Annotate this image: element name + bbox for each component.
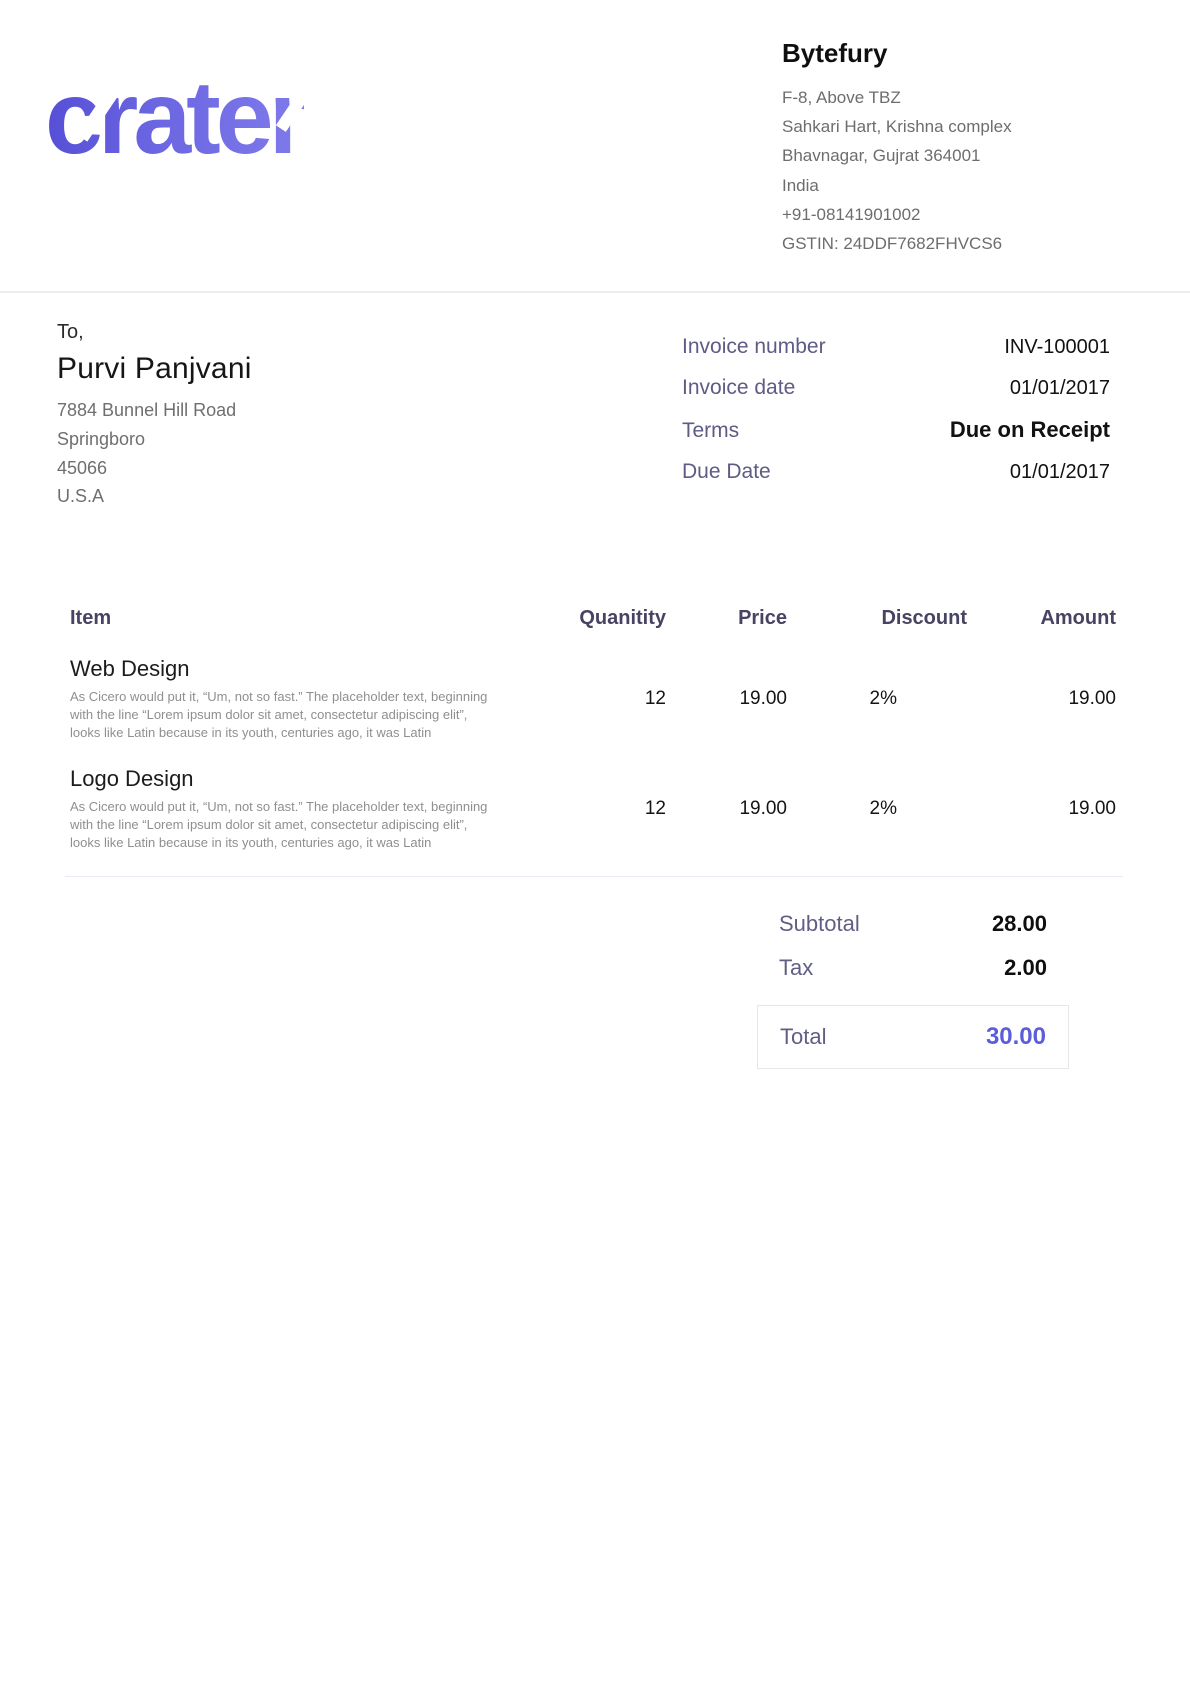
tax-value: 2.00 xyxy=(1004,955,1047,981)
subtotal-row: Subtotal 28.00 xyxy=(757,911,1069,937)
totals-block: Subtotal 28.00 Tax 2.00 Total 30.00 xyxy=(757,911,1069,1069)
bill-to-address-line: 45066 xyxy=(57,454,252,483)
company-address: F-8, Above TBZ Sahkari Hart, Krishna com… xyxy=(782,83,1132,258)
due-date-row: Due Date 01/01/2017 xyxy=(682,460,1110,484)
invoice-number-row: Invoice number INV-100001 xyxy=(682,335,1110,359)
crater-logo: crater xyxy=(45,66,304,170)
crater-logo-text: crater xyxy=(45,60,304,176)
total-label: Total xyxy=(780,1024,826,1050)
invoice-date-value: 01/01/2017 xyxy=(1010,377,1110,400)
company-address-line: F-8, Above TBZ xyxy=(782,83,1132,112)
item-price: 19.00 xyxy=(666,798,787,820)
bill-to-address-line: U.S.A xyxy=(57,482,252,511)
column-header-amount: Amount xyxy=(967,607,1116,630)
bill-to-label: To, xyxy=(57,321,252,344)
company-address-line: Bhavnagar, Gujrat 364001 xyxy=(782,141,1132,170)
terms-label: Terms xyxy=(682,419,739,443)
terms-row: Terms Due on Receipt xyxy=(682,417,1110,443)
invoice-header: crater Bytefury F-8, Above TBZ Sahkari H… xyxy=(0,0,1190,291)
table-row: Logo Design As Cicero would put it, “Um,… xyxy=(70,766,1116,852)
due-date-value: 01/01/2017 xyxy=(1010,461,1110,484)
item-price: 19.00 xyxy=(666,688,787,710)
total-box: Total 30.00 xyxy=(757,1005,1069,1069)
tax-row: Tax 2.00 xyxy=(757,955,1069,981)
invoice-date-row: Invoice date 01/01/2017 xyxy=(682,376,1110,400)
item-cell: Web Design As Cicero would put it, “Um, … xyxy=(70,656,556,742)
column-header-discount: Discount xyxy=(787,607,967,630)
item-amount: 19.00 xyxy=(967,688,1116,710)
subtotal-label: Subtotal xyxy=(779,911,860,937)
company-address-line: Sahkari Hart, Krishna complex xyxy=(782,112,1132,141)
tax-label: Tax xyxy=(779,955,813,981)
company-address-line: +91-08141901002 xyxy=(782,200,1132,229)
item-description: As Cicero would put it, “Um, not so fast… xyxy=(70,688,490,742)
column-header-item: Item xyxy=(70,607,556,630)
invoice-date-label: Invoice date xyxy=(682,376,795,400)
item-quantity: 12 xyxy=(556,688,666,710)
item-description: As Cicero would put it, “Um, not so fast… xyxy=(70,798,490,852)
company-block: Bytefury F-8, Above TBZ Sahkari Hart, Kr… xyxy=(782,38,1132,258)
total-value: 30.00 xyxy=(986,1023,1046,1051)
subtotal-value: 28.00 xyxy=(992,911,1047,937)
bill-to-address: 7884 Bunnel Hill Road Springboro 45066 U… xyxy=(57,396,252,511)
column-header-price: Price xyxy=(666,607,787,630)
item-discount: 2% xyxy=(787,798,967,820)
bill-to-name: Purvi Panjvani xyxy=(57,352,252,386)
bill-to-address-line: 7884 Bunnel Hill Road xyxy=(57,396,252,425)
terms-value: Due on Receipt xyxy=(950,417,1110,443)
due-date-label: Due Date xyxy=(682,460,771,484)
item-name: Logo Design xyxy=(70,766,556,792)
items-table: Item Quanitity Price Discount Amount Web… xyxy=(70,607,1116,877)
item-amount: 19.00 xyxy=(967,798,1116,820)
table-row: Web Design As Cicero would put it, “Um, … xyxy=(70,656,1116,742)
item-discount: 2% xyxy=(787,688,967,710)
item-cell: Logo Design As Cicero would put it, “Um,… xyxy=(70,766,556,852)
bill-to-address-line: Springboro xyxy=(57,425,252,454)
item-quantity: 12 xyxy=(556,798,666,820)
company-address-line: India xyxy=(782,171,1132,200)
table-divider xyxy=(65,876,1123,877)
invoice-meta: Invoice number INV-100001 Invoice date 0… xyxy=(682,335,1110,511)
bill-to-block: To, Purvi Panjvani 7884 Bunnel Hill Road… xyxy=(57,321,252,511)
totals-section: Subtotal 28.00 Tax 2.00 Total 30.00 xyxy=(0,911,1190,1069)
items-table-header: Item Quanitity Price Discount Amount xyxy=(70,607,1116,630)
invoice-number-value: INV-100001 xyxy=(1004,336,1110,359)
column-header-quantity: Quanitity xyxy=(556,607,666,630)
billing-section: To, Purvi Panjvani 7884 Bunnel Hill Road… xyxy=(0,293,1190,511)
company-name: Bytefury xyxy=(782,38,1132,69)
invoice-number-label: Invoice number xyxy=(682,335,826,359)
item-name: Web Design xyxy=(70,656,556,682)
company-address-line: GSTIN: 24DDF7682FHVCS6 xyxy=(782,229,1132,258)
